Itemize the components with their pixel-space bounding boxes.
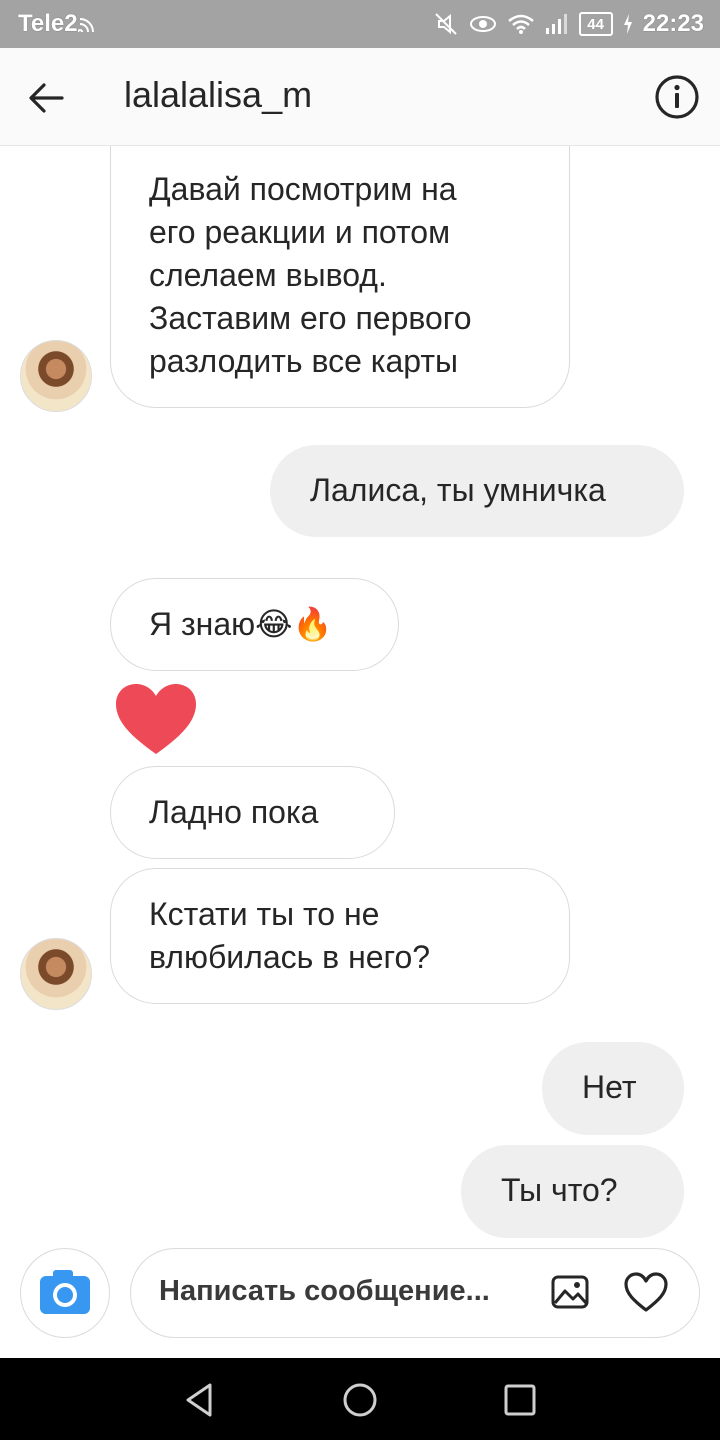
message-text: Я знаю😂🔥 <box>149 606 333 642</box>
message-bubble-incoming[interactable]: Я знаю😂🔥 <box>110 578 399 671</box>
message-bubble-outgoing[interactable]: Ты что? <box>461 1145 684 1238</box>
message-text: Ладно пока <box>149 794 319 830</box>
camera-button[interactable] <box>20 1248 110 1338</box>
charging-icon <box>623 14 632 34</box>
nav-back-icon[interactable] <box>180 1380 220 1420</box>
heart-emoji[interactable] <box>114 682 198 756</box>
message-text: Лалиса, ты умничка <box>310 472 606 508</box>
battery-indicator: 44 <box>578 12 613 36</box>
message-composer[interactable]: Написать сообщение... <box>130 1248 700 1338</box>
info-icon[interactable] <box>654 74 700 120</box>
image-icon[interactable] <box>551 1273 589 1311</box>
arrow-left-icon[interactable] <box>24 76 68 120</box>
message-text: слелаем вывод. <box>149 257 387 293</box>
message-text: его реакции и потом <box>149 214 451 250</box>
avatar[interactable] <box>20 340 92 412</box>
message-text: Ты что? <box>501 1172 618 1208</box>
message-bubble-outgoing[interactable]: Лалиса, ты умничка <box>270 445 684 537</box>
chat-header: lalalalisa_m <box>0 48 720 146</box>
clock: 22:23 <box>642 10 704 37</box>
system-nav-bar <box>0 1358 720 1440</box>
eye-icon <box>469 16 496 32</box>
status-bar: Tele2 44 22:23 <box>0 0 720 48</box>
message-text: Заставим его первого <box>149 300 472 336</box>
nav-home-icon[interactable] <box>340 1380 380 1420</box>
message-text: Кстати ты то не <box>149 896 380 932</box>
chat-title[interactable]: lalalalisa_m <box>124 74 312 116</box>
message-bubble-incoming[interactable]: Ладно пока <box>110 766 395 859</box>
message-text: Нет <box>582 1069 637 1105</box>
message-bubble-outgoing[interactable]: Нет <box>542 1042 684 1135</box>
nav-recents-icon[interactable] <box>500 1380 540 1420</box>
signal-icon <box>78 18 94 32</box>
message-bubble-incoming[interactable]: Давай посмотрим на его реакции и потом с… <box>110 146 570 408</box>
message-text: влюбилась в него? <box>149 939 431 975</box>
wifi-icon <box>507 14 534 34</box>
carrier-label: Tele2 <box>18 10 78 37</box>
avatar[interactable] <box>20 938 92 1010</box>
message-bubble-incoming[interactable]: Кстати ты то не влюбилась в него? <box>110 868 570 1004</box>
mute-icon <box>434 13 457 35</box>
heart-icon[interactable] <box>623 1271 669 1313</box>
message-input[interactable]: Написать сообщение... <box>159 1275 490 1308</box>
cell-signal-icon <box>545 14 567 34</box>
camera-icon <box>40 1270 90 1314</box>
message-text: Давай посмотрим на <box>149 171 457 207</box>
message-text: разлодить все карты <box>149 343 459 379</box>
